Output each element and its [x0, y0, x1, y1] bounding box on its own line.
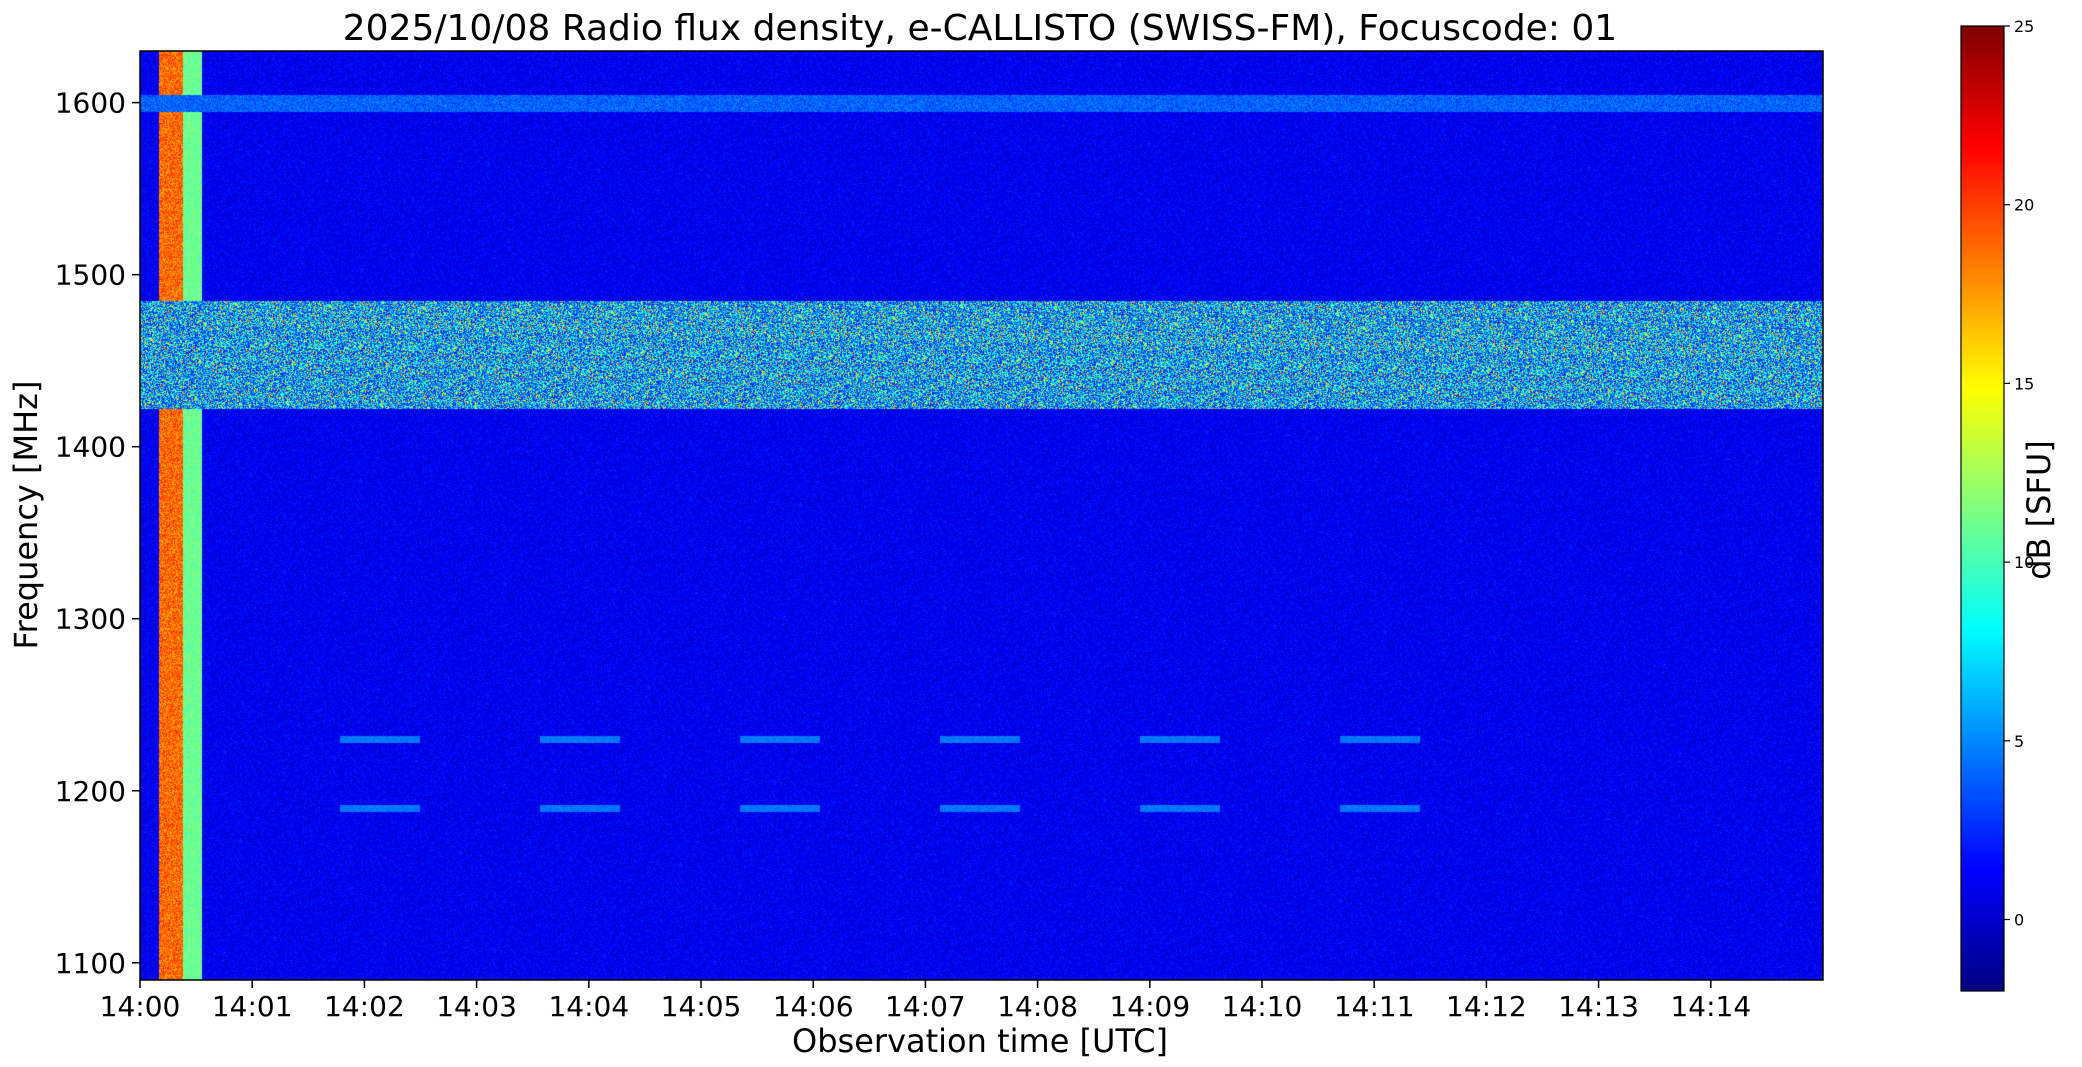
y-tick-label: 1600 — [55, 87, 126, 120]
x-tick-label: 14:11 — [1334, 990, 1415, 1023]
y-axis-label: Frequency [MHz] — [7, 381, 45, 650]
x-tick-label: 14:02 — [324, 990, 405, 1023]
x-tick-label: 14:04 — [548, 990, 629, 1023]
colorbar-tick-label: 20 — [2014, 196, 2034, 215]
x-tick-label: 14:05 — [661, 990, 742, 1023]
y-axis: 1100 1200 1300 1400 1500 1600 — [55, 87, 140, 980]
x-axis: 14:00 14:01 14:02 14:03 14:04 14:05 14:06 14:07… — [100, 980, 1751, 1023]
y-tick-label: 1400 — [55, 431, 126, 464]
colorbar-tick-label: 25 — [2014, 17, 2034, 36]
y-tick-label: 1300 — [55, 603, 126, 636]
x-tick-label: 14:00 — [100, 990, 181, 1023]
y-tick-label: 1100 — [55, 947, 126, 980]
spectrogram-heatmap — [140, 51, 1823, 980]
colorbar-label: dB [SFU] — [2020, 440, 2058, 580]
x-axis-label: Observation time [UTC] — [792, 1022, 1168, 1060]
x-tick-label: 14:14 — [1670, 990, 1751, 1023]
colorbar-tick-label: 0 — [2014, 911, 2024, 930]
spectrogram-chart: 2025/10/08 Radio flux density, e-CALLIST… — [7, 8, 2058, 1060]
x-tick-label: 14:08 — [997, 990, 1078, 1023]
x-tick-label: 14:01 — [212, 990, 293, 1023]
colorbar — [1961, 26, 2004, 991]
x-tick-label: 14:10 — [1222, 990, 1303, 1023]
y-tick-label: 1200 — [55, 775, 126, 808]
x-tick-label: 14:07 — [885, 990, 966, 1023]
x-tick-label: 14:13 — [1558, 990, 1639, 1023]
x-tick-label: 14:03 — [436, 990, 517, 1023]
x-tick-label: 14:06 — [773, 990, 854, 1023]
colorbar-tick-label: 5 — [2014, 732, 2024, 751]
x-tick-label: 14:12 — [1446, 990, 1527, 1023]
y-tick-label: 1500 — [55, 259, 126, 292]
x-tick-label: 14:09 — [1109, 990, 1190, 1023]
colorbar-tick-label: 15 — [2014, 374, 2034, 393]
chart-title: 2025/10/08 Radio flux density, e-CALLIST… — [343, 8, 1617, 49]
